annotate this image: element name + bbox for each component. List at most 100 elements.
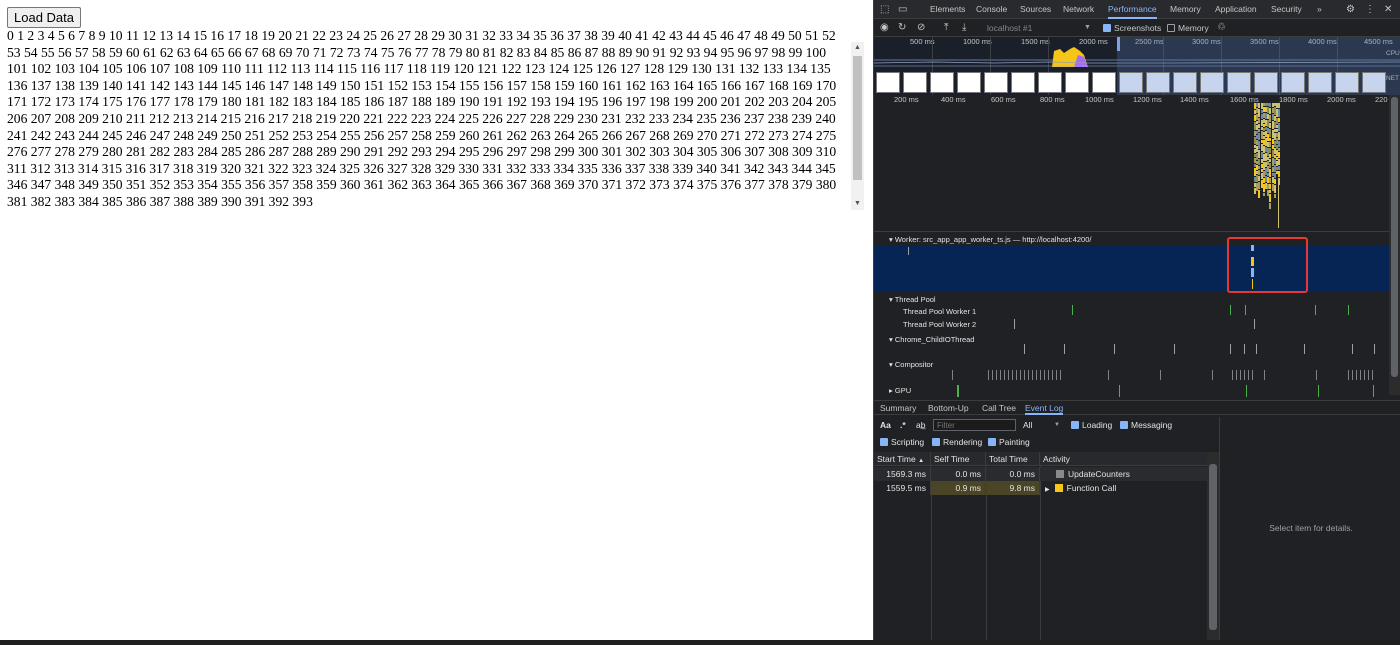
tab-summary[interactable]: Summary	[880, 401, 916, 415]
screenshot-frame[interactable]	[1227, 72, 1251, 93]
flame-call-bar[interactable]	[1278, 183, 1279, 228]
flame-call-bar[interactable]	[1273, 185, 1276, 193]
flame-call-bar[interactable]	[1278, 103, 1281, 108]
tab-sources[interactable]: Sources	[1020, 0, 1051, 19]
main-thread-flame-chart[interactable]	[1254, 103, 1299, 231]
tab-application[interactable]: Application	[1215, 0, 1257, 19]
flame-call-bar[interactable]	[1278, 141, 1281, 147]
download-icon[interactable]: ⤓	[962, 19, 966, 37]
messaging-checkbox[interactable]: Messaging	[1120, 417, 1172, 433]
settings-gear-icon[interactable]: ⚙	[1346, 0, 1355, 19]
screenshot-frame[interactable]	[1308, 72, 1332, 93]
painting-checkbox[interactable]: Painting	[988, 434, 1030, 450]
flame-call-bar[interactable]	[1278, 152, 1281, 158]
scripting-checkbox[interactable]: Scripting	[880, 434, 924, 450]
thread-pool-worker-1-label[interactable]: Thread Pool Worker 1	[903, 307, 976, 316]
gpu-header[interactable]: ▸ GPU	[889, 386, 911, 395]
column-start-time[interactable]: Start Time ▲	[874, 452, 931, 466]
loading-checkbox[interactable]: Loading	[1071, 417, 1112, 433]
table-row[interactable]: 1569.3 ms 0.0 ms 0.0 ms UpdateCounters	[874, 467, 1207, 481]
screenshot-frame[interactable]	[1173, 72, 1197, 93]
screenshot-frame[interactable]	[1362, 72, 1386, 93]
screenshot-frame[interactable]	[1119, 72, 1143, 93]
flame-call-bar[interactable]	[1278, 171, 1281, 177]
flame-call-bar[interactable]	[1269, 194, 1272, 202]
screenshot-frame[interactable]	[957, 72, 981, 93]
record-icon[interactable]: ◉	[880, 19, 889, 37]
tab-performance[interactable]: Performance	[1108, 0, 1157, 19]
tab-bottom-up[interactable]: Bottom-Up	[928, 401, 969, 415]
tab-call-tree[interactable]: Call Tree	[982, 401, 1016, 415]
screenshot-frame[interactable]	[1038, 72, 1062, 93]
screenshot-frame[interactable]	[1335, 72, 1359, 93]
chevron-down-icon[interactable]: ▼	[1054, 417, 1060, 433]
screenshot-frame[interactable]	[1200, 72, 1224, 93]
flame-call-bar[interactable]	[1278, 109, 1281, 117]
scroll-up-arrow-icon[interactable]: ▲	[851, 42, 864, 54]
recording-select[interactable]: localhost #1	[987, 19, 1032, 37]
scroll-down-arrow-icon[interactable]: ▼	[851, 198, 864, 210]
table-row[interactable]: 1559.5 ms 0.9 ms 9.8 ms ▶ Function Call	[874, 481, 1207, 495]
load-data-button[interactable]: Load Data	[7, 7, 81, 28]
scrollbar-thumb[interactable]	[853, 56, 862, 180]
flame-call-bar[interactable]	[1278, 123, 1281, 131]
screenshot-frame[interactable]	[1065, 72, 1089, 93]
flame-call-bar[interactable]	[1262, 193, 1265, 196]
duration-select[interactable]: All	[1023, 417, 1032, 433]
expand-triangle-icon[interactable]: ▶	[1045, 487, 1050, 493]
thread-pool-worker-2-label[interactable]: Thread Pool Worker 2	[903, 320, 976, 329]
filter-input[interactable]	[933, 419, 1016, 431]
event-log-scrollbar[interactable]	[1207, 452, 1219, 640]
tab-security[interactable]: Security	[1271, 0, 1302, 19]
screenshots-checkbox[interactable]: Screenshots	[1103, 19, 1161, 37]
flame-call-bar[interactable]	[1278, 166, 1281, 170]
inspect-element-icon[interactable]: ⬚	[880, 0, 889, 19]
screenshot-frame[interactable]	[876, 72, 900, 93]
worker-track-selected[interactable]	[874, 245, 1391, 291]
child-io-thread-header[interactable]: ▾ Chrome_ChildIOThread	[889, 335, 974, 344]
scrollbar-thumb[interactable]	[1391, 97, 1398, 377]
tab-elements[interactable]: Elements	[930, 0, 965, 19]
column-self-time[interactable]: Self Time	[931, 452, 986, 466]
flame-call-bar[interactable]	[1273, 194, 1276, 198]
screenshot-frame[interactable]	[1254, 72, 1278, 93]
flame-call-bar[interactable]	[1278, 159, 1281, 165]
reload-record-icon[interactable]: ↻	[898, 19, 906, 37]
screenshot-frame[interactable]	[930, 72, 954, 93]
screenshot-frame[interactable]	[1281, 72, 1305, 93]
whole-word-icon[interactable]: ab̲	[916, 417, 925, 433]
screenshot-frame[interactable]	[1011, 72, 1035, 93]
tab-event-log[interactable]: Event Log	[1025, 401, 1064, 415]
column-activity[interactable]: Activity	[1040, 452, 1207, 466]
scrollbar-thumb[interactable]	[1209, 464, 1217, 630]
tab-network[interactable]: Network	[1063, 0, 1094, 19]
garbage-collect-icon[interactable]: ♲	[1217, 19, 1226, 37]
flame-call-bar[interactable]	[1258, 190, 1261, 198]
screenshot-frame[interactable]	[1146, 72, 1170, 93]
upload-icon[interactable]: ⤒	[944, 19, 948, 37]
memory-checkbox[interactable]: Memory	[1167, 19, 1209, 37]
flame-call-bar[interactable]	[1269, 203, 1272, 209]
chevron-down-icon[interactable]: ▼	[1084, 19, 1091, 37]
clear-icon[interactable]: ⊘	[917, 19, 925, 37]
rendering-checkbox[interactable]: Rendering	[932, 434, 982, 450]
more-tabs-icon[interactable]: »	[1317, 0, 1322, 19]
compositor-header[interactable]: ▾ Compositor	[889, 360, 933, 369]
regex-toggle[interactable]: .*	[900, 417, 906, 433]
tab-memory[interactable]: Memory	[1170, 0, 1201, 19]
tab-console[interactable]: Console	[976, 0, 1007, 19]
close-icon[interactable]: ✕	[1384, 0, 1392, 19]
timeline-scrollbar[interactable]	[1389, 95, 1400, 395]
match-case-toggle[interactable]: Aa	[880, 417, 891, 433]
flame-call-bar[interactable]	[1278, 148, 1281, 151]
numbers-scrollbar[interactable]: ▲ ▼	[851, 42, 864, 210]
flame-call-bar[interactable]	[1278, 118, 1281, 122]
device-toolbar-icon[interactable]: ▭	[898, 0, 907, 19]
column-total-time[interactable]: Total Time	[986, 452, 1040, 466]
flame-call-bar[interactable]	[1273, 179, 1276, 184]
more-options-icon[interactable]: ⋮	[1365, 0, 1375, 19]
screenshot-frame[interactable]	[984, 72, 1008, 93]
worker-track-header[interactable]: ▾ Worker: src_app_app_worker_ts.js — htt…	[889, 235, 1092, 244]
thread-pool-header[interactable]: ▾ Thread Pool	[889, 295, 936, 304]
screenshot-frame[interactable]	[903, 72, 927, 93]
